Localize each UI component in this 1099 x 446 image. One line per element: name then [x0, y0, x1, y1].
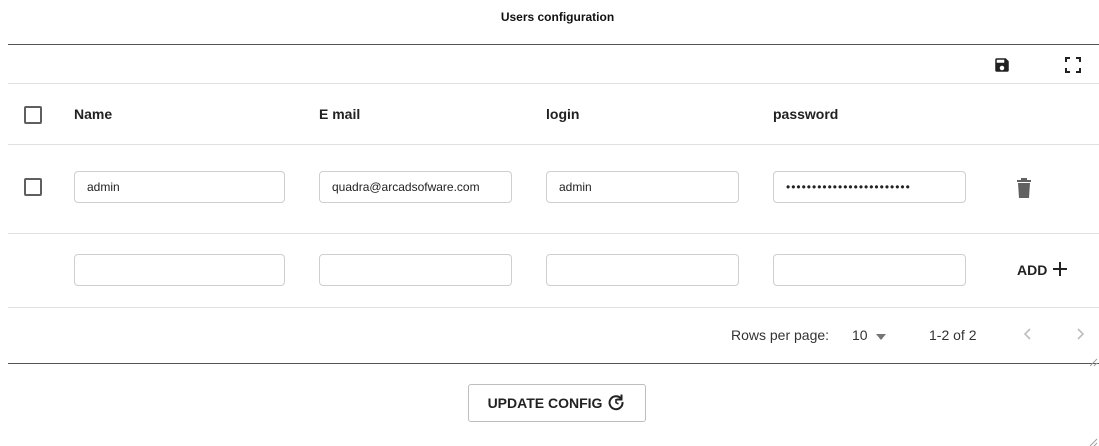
row-checkbox[interactable] — [24, 178, 42, 196]
refresh-icon — [606, 392, 626, 415]
add-label: ADD — [1017, 262, 1048, 278]
new-row-divider — [8, 307, 1099, 308]
name-field[interactable] — [74, 171, 285, 203]
page-resize-handle[interactable] — [1088, 434, 1098, 446]
rows-per-page-label: Rows per page: — [731, 327, 830, 343]
page-title: Users configuration — [500, 10, 615, 24]
column-header-email: E mail — [319, 106, 361, 122]
rows-per-page-select[interactable]: 10 — [852, 327, 886, 343]
next-page-icon[interactable] — [1072, 325, 1088, 343]
column-header-password: password — [773, 106, 839, 122]
rows-per-page-value: 10 — [852, 327, 868, 343]
add-row-button[interactable]: ADD — [1017, 260, 1069, 280]
row-divider — [8, 233, 1099, 234]
new-password-field[interactable] — [773, 254, 966, 286]
users-table — [8, 44, 1099, 364]
delete-row-icon[interactable] — [1016, 178, 1032, 198]
column-header-name: Name — [74, 106, 113, 122]
new-email-field[interactable] — [319, 254, 512, 286]
update-config-label: UPDATE CONFIG — [487, 395, 603, 411]
plus-icon — [1051, 260, 1069, 281]
toolbar-divider — [8, 83, 1099, 84]
previous-page-icon[interactable] — [1020, 325, 1036, 343]
caret-down-icon — [875, 327, 886, 343]
new-login-field[interactable] — [546, 254, 739, 286]
header-divider — [8, 144, 1099, 145]
email-field[interactable] — [319, 171, 512, 203]
save-icon[interactable] — [993, 56, 1011, 74]
update-config-button[interactable]: UPDATE CONFIG — [468, 384, 646, 422]
password-field[interactable] — [773, 171, 966, 203]
table-resize-handle[interactable] — [1088, 354, 1098, 367]
column-header-login: login — [546, 106, 580, 122]
fullscreen-icon[interactable] — [1065, 57, 1081, 73]
select-all-checkbox[interactable] — [24, 106, 42, 124]
pagination-range: 1-2 of 2 — [929, 327, 977, 343]
login-field[interactable] — [546, 171, 739, 203]
new-name-field[interactable] — [74, 254, 285, 286]
